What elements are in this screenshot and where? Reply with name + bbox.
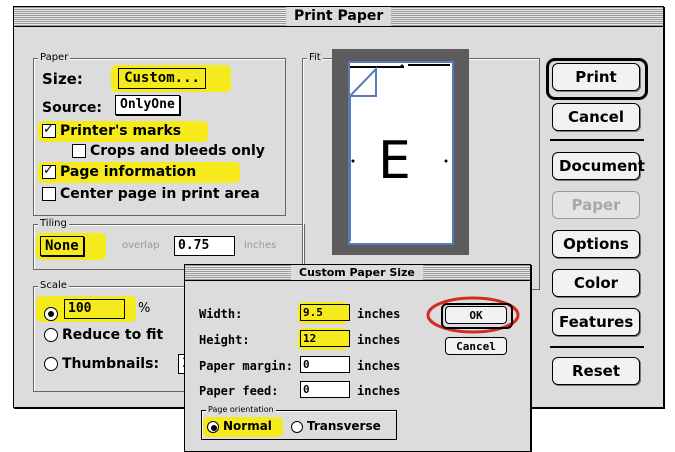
size-label: Size: xyxy=(42,70,83,88)
reduce-radio-icon[interactable] xyxy=(44,328,58,342)
reduce-to-fit-radio[interactable]: Reduce to fit xyxy=(44,327,163,343)
page-information-checkbox[interactable]: Page information xyxy=(42,163,197,180)
overlap-label: overlap xyxy=(122,240,160,251)
source-popup[interactable]: OnlyOne xyxy=(115,95,180,115)
dialog-cancel-button[interactable]: Cancel xyxy=(445,337,507,355)
document-button[interactable]: Document xyxy=(552,152,645,180)
reset-button[interactable]: Reset xyxy=(552,357,640,385)
cancel-button[interactable]: Cancel xyxy=(552,103,640,131)
center-page-label: Center page in print area xyxy=(60,186,260,202)
options-button[interactable]: Options xyxy=(552,230,640,258)
overlap-field[interactable]: 0.75 xyxy=(174,236,235,256)
separator-2 xyxy=(550,346,644,348)
percent-radio[interactable] xyxy=(44,306,58,321)
height-label: Height: xyxy=(199,333,250,347)
overlap-units: inches xyxy=(244,240,277,251)
printers-marks-check-icon[interactable] xyxy=(42,122,56,138)
center-page-box-icon[interactable] xyxy=(42,187,56,201)
scale-group-label: Scale xyxy=(38,280,69,292)
normal-radio[interactable]: Normal xyxy=(207,419,272,433)
thumbnails-radio-icon[interactable] xyxy=(44,357,58,371)
dialog-title-bar[interactable]: Custom Paper Size xyxy=(185,265,530,281)
normal-label: Normal xyxy=(223,419,272,433)
height-field[interactable]: 12 xyxy=(300,330,350,347)
percent-field[interactable]: 100 xyxy=(64,299,125,319)
window-title: Print Paper xyxy=(286,7,392,26)
custom-size-button[interactable]: Custom... xyxy=(118,68,206,89)
tiling-popup[interactable]: None xyxy=(40,236,84,256)
dialog-title: Custom Paper Size xyxy=(291,265,423,280)
paper-margin-label: Paper margin: xyxy=(199,359,293,373)
features-button[interactable]: Features xyxy=(552,308,640,336)
percent-symbol: % xyxy=(138,301,151,316)
width-label: Width: xyxy=(199,307,243,321)
ok-button[interactable]: OK xyxy=(445,306,507,324)
tiling-group-label: Tiling xyxy=(38,218,69,230)
paper-feed-field[interactable]: 0 xyxy=(300,381,350,398)
custom-paper-size-dialog: Custom Paper Size Width: 9.5 inches Heig… xyxy=(184,264,531,452)
transverse-radio-icon[interactable] xyxy=(291,420,303,433)
normal-radio-icon[interactable] xyxy=(207,420,219,433)
paper-feed-label: Paper feed: xyxy=(199,384,279,398)
preview-letter: E xyxy=(378,131,411,191)
page-information-label: Page information xyxy=(60,164,197,180)
printers-marks-label: Printer's marks xyxy=(60,123,182,139)
reduce-to-fit-label: Reduce to fit xyxy=(62,327,164,343)
crops-bleeds-label: Crops and bleeds only xyxy=(90,143,265,159)
feed-units: inches xyxy=(357,384,401,398)
fit-group-label: Fit xyxy=(307,52,323,64)
transverse-radio[interactable]: Transverse xyxy=(291,419,381,433)
color-button[interactable]: Color xyxy=(552,269,640,297)
source-label: Source: xyxy=(42,100,102,116)
paper-group-label: Paper xyxy=(38,52,71,64)
paper-button[interactable]: Paper xyxy=(552,191,640,219)
transverse-label: Transverse xyxy=(307,419,381,433)
width-units: inches xyxy=(357,307,401,321)
separator-1 xyxy=(550,139,644,141)
center-page-checkbox[interactable]: Center page in print area xyxy=(42,186,260,202)
fit-preview: E xyxy=(332,49,469,255)
page-info-check-icon[interactable] xyxy=(42,163,56,179)
thumbnails-label: Thumbnails: xyxy=(62,356,160,372)
orientation-label: Page orientation xyxy=(206,405,276,415)
width-field[interactable]: 9.5 xyxy=(300,304,350,321)
paper-preview: E xyxy=(348,61,454,245)
thumbnails-radio[interactable]: Thumbnails: xyxy=(44,356,159,372)
crops-bleeds-box-icon[interactable] xyxy=(72,144,86,158)
paper-margin-field[interactable]: 0 xyxy=(300,356,350,373)
title-bar[interactable]: Print Paper xyxy=(14,7,663,27)
height-units: inches xyxy=(357,333,401,347)
crops-bleeds-checkbox[interactable]: Crops and bleeds only xyxy=(72,143,265,159)
print-button[interactable]: Print xyxy=(552,63,640,91)
printers-marks-checkbox[interactable]: Printer's marks xyxy=(42,122,182,139)
margin-units: inches xyxy=(357,359,401,373)
